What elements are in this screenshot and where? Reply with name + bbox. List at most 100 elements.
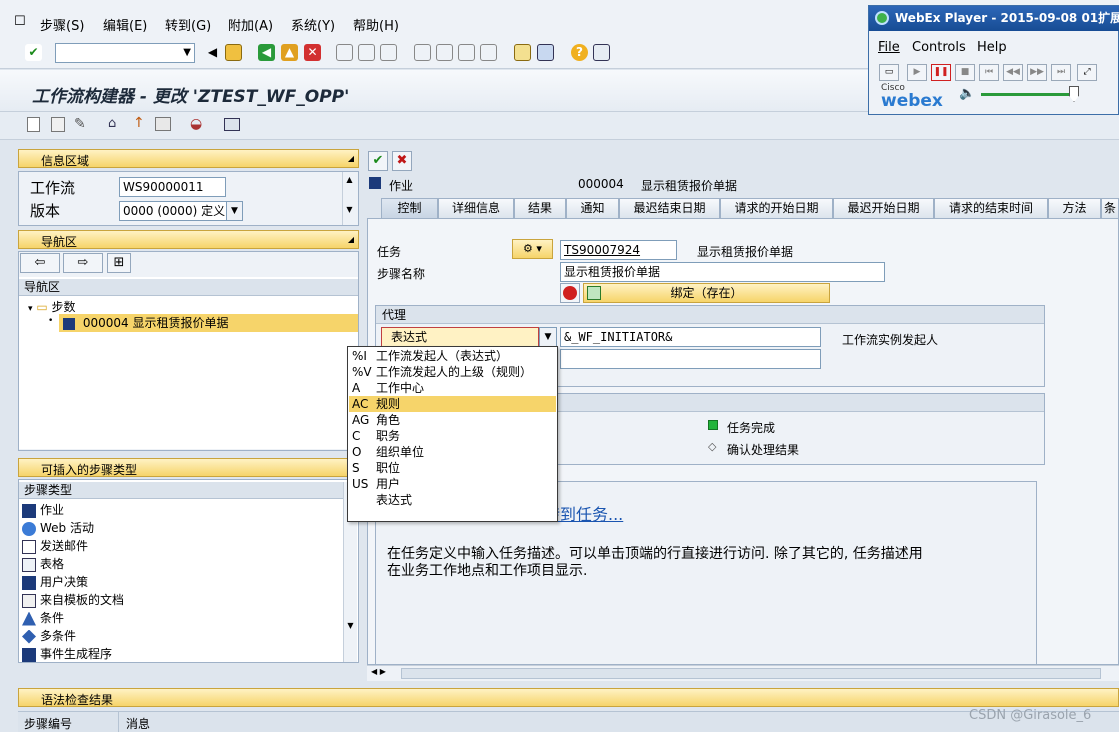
nav-back-button[interactable]: ⇦ xyxy=(20,253,60,273)
dropdown-option-selected[interactable]: AC 规则 xyxy=(349,396,556,412)
tab-latest-start[interactable]: 最迟开始日期 xyxy=(833,198,934,219)
dropdown-option[interactable]: 表达式 xyxy=(349,492,556,508)
agent-type-dropdown[interactable]: %I 工作流发起人（表达式） %V 工作流发起人的上级（规则） A 工作中心 AC 规则… xyxy=(347,346,558,522)
tab-requested-start[interactable]: 请求的开始日期 xyxy=(720,198,833,219)
nav-forward-button[interactable]: ⇨ xyxy=(63,253,103,273)
menu-step[interactable]: 步骤(S) xyxy=(40,15,84,34)
binding-wizard-button[interactable] xyxy=(560,283,580,303)
new-document-icon[interactable] xyxy=(27,117,40,132)
dropdown-option[interactable]: A 工作中心 xyxy=(349,380,556,396)
tab-more[interactable]: 条 xyxy=(1101,198,1119,219)
dropdown-option[interactable]: %V 工作流发起人的上级（规则） xyxy=(349,364,556,380)
chevron-down-icon[interactable]: ▼ xyxy=(183,47,191,58)
tab-details[interactable]: 详细信息 xyxy=(438,198,514,219)
menu-edit[interactable]: 编辑(E) xyxy=(103,15,147,34)
table-icon[interactable] xyxy=(155,117,171,131)
tree-item-selected[interactable]: 000004 显示租赁报价单据 xyxy=(59,314,358,332)
edit-icon[interactable]: ✎ xyxy=(74,116,86,132)
skip-forward-icon[interactable]: ⏭ xyxy=(1051,64,1071,81)
collapse-triangle-icon[interactable]: ▾ xyxy=(28,304,33,314)
step-type-item[interactable]: 多条件 xyxy=(22,627,76,645)
agent-type-select[interactable]: 表达式 xyxy=(381,327,539,347)
agent-expression-field[interactable]: &_WF_INITIATOR& xyxy=(560,327,821,347)
last-page-icon[interactable] xyxy=(480,44,497,61)
info-panel-header[interactable]: 信息区域 ◢ xyxy=(18,149,359,168)
dropdown-option[interactable]: O 组织单位 xyxy=(349,444,556,460)
step-type-item[interactable]: 事件生成程序 xyxy=(22,645,112,663)
skip-back-icon[interactable]: ⏮ xyxy=(979,64,999,81)
stop-icon[interactable]: ■ xyxy=(955,64,975,81)
volume-slider-track[interactable] xyxy=(981,93,1071,96)
tab-method[interactable]: 方法 xyxy=(1048,198,1101,219)
first-page-icon[interactable] xyxy=(414,44,431,61)
scroll-left-icon[interactable]: ◀ ▶ xyxy=(371,667,386,676)
tab-control[interactable]: 控制 xyxy=(381,198,438,219)
hierarchy-icon[interactable]: ⌂ xyxy=(108,116,116,131)
step-name-field[interactable]: 显示租赁报价单据 xyxy=(560,262,885,282)
step-type-item[interactable]: 表格 xyxy=(22,555,64,573)
fullscreen-icon[interactable]: ⤢ xyxy=(1077,64,1097,81)
previous-page-icon[interactable] xyxy=(436,44,453,61)
scroll-thumb[interactable] xyxy=(401,668,1101,679)
version-select[interactable]: 0000 (0000) 定义 xyxy=(119,201,227,221)
new-session-icon[interactable] xyxy=(514,44,531,61)
dropdown-option[interactable]: US 用户 xyxy=(349,476,556,492)
find-icon[interactable] xyxy=(358,44,375,61)
task-type-button[interactable]: ⚙ ▾ xyxy=(512,239,553,259)
command-field[interactable]: ▼ xyxy=(55,43,195,63)
undo-icon[interactable]: ◒ xyxy=(190,116,202,132)
menu-system[interactable]: 系统(Y) xyxy=(291,15,335,34)
pause-icon[interactable]: ❚❚ xyxy=(931,64,951,81)
binding-button[interactable]: 绑定（存在） xyxy=(583,283,830,303)
back-icon[interactable]: ◀ xyxy=(258,44,275,61)
info-scrollbar[interactable]: ▲ ▼ xyxy=(342,172,356,225)
scroll-down-icon[interactable]: ▼ xyxy=(343,205,356,214)
collapse-icon[interactable]: ◀ xyxy=(204,44,221,61)
rewind-icon[interactable]: ◀◀ xyxy=(1003,64,1023,81)
help-icon[interactable]: ? xyxy=(571,44,588,61)
step-type-item[interactable]: 用户决策 xyxy=(22,573,88,591)
tab-latest-end[interactable]: 最迟结束日期 xyxy=(619,198,720,219)
tab-requested-end[interactable]: 请求的结束时间 xyxy=(934,198,1048,219)
webex-menu-controls[interactable]: Controls xyxy=(912,40,966,55)
step-type-item[interactable]: Web 活动 xyxy=(22,519,94,537)
menu-icon[interactable]: ☐ xyxy=(14,14,26,29)
menu-extras[interactable]: 附加(A) xyxy=(228,15,273,34)
insert-icon[interactable]: ↑ xyxy=(133,115,145,131)
enter-icon[interactable]: ✔ xyxy=(25,44,42,61)
agent-second-field[interactable] xyxy=(560,349,821,369)
fast-forward-icon[interactable]: ▶▶ xyxy=(1027,64,1047,81)
list-icon[interactable] xyxy=(224,118,240,131)
task-field[interactable]: TS90007924 xyxy=(560,240,677,260)
dropdown-option[interactable]: S 职位 xyxy=(349,460,556,476)
webex-menu-file[interactable]: File xyxy=(878,40,900,55)
syntax-panel-header[interactable]: 语法检查结果 xyxy=(18,688,1119,707)
volume-icon[interactable]: 🔈 xyxy=(959,86,975,101)
cancel-button[interactable]: ✖ xyxy=(392,151,412,171)
copy-icon[interactable] xyxy=(51,117,65,132)
open-icon[interactable]: ▭ xyxy=(879,64,899,81)
dropdown-option[interactable]: C 职务 xyxy=(349,428,556,444)
step-types-header[interactable]: 可插入的步骤类型 ◢ xyxy=(18,458,359,477)
dropdown-option[interactable]: AG 角色 xyxy=(349,412,556,428)
step-type-item[interactable]: 作业 xyxy=(22,501,64,519)
print-icon[interactable] xyxy=(336,44,353,61)
next-page-icon[interactable] xyxy=(458,44,475,61)
webex-menu-help[interactable]: Help xyxy=(977,40,1007,55)
collapse-triangle-icon[interactable]: ◢ xyxy=(348,235,354,244)
tab-result[interactable]: 结果 xyxy=(514,198,566,219)
tab-notification[interactable]: 通知 xyxy=(566,198,619,219)
find-next-icon[interactable] xyxy=(380,44,397,61)
dropdown-option[interactable]: %I 工作流发起人（表达式） xyxy=(349,348,556,364)
nav-panel-header[interactable]: 导航区 ◢ xyxy=(18,230,359,249)
workflow-field[interactable]: WS90000011 xyxy=(119,177,226,197)
shortcut-icon[interactable] xyxy=(537,44,554,61)
confirm-button[interactable]: ✔ xyxy=(368,151,388,171)
save-icon[interactable] xyxy=(225,44,242,61)
exit-icon[interactable]: ▲ xyxy=(281,44,298,61)
cancel-icon[interactable]: ✕ xyxy=(304,44,321,61)
step-type-item[interactable]: 发送邮件 xyxy=(22,537,88,555)
layout-icon[interactable] xyxy=(593,44,610,61)
volume-slider-thumb[interactable] xyxy=(1069,86,1079,102)
collapse-triangle-icon[interactable]: ◢ xyxy=(348,154,354,163)
